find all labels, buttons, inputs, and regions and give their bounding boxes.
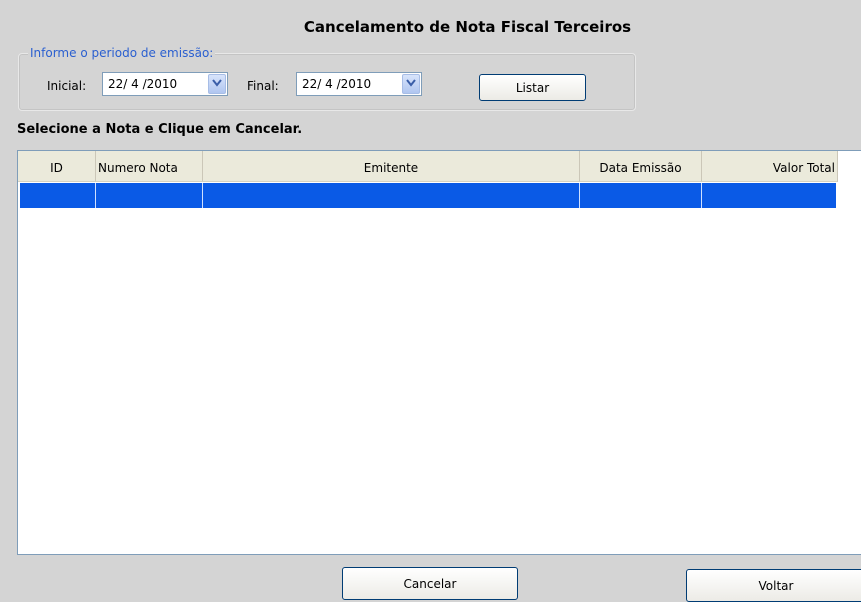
grid-header: ID Numero Nota Emitente Data Emissão Val… [18,151,861,183]
final-date-label: Final: [247,79,279,93]
grid-header-empty [838,151,861,182]
column-header-valor-total[interactable]: Valor Total [702,151,838,182]
column-header-data-emissao[interactable]: Data Emissão [580,151,702,182]
initial-date-picker[interactable]: 22/ 4 /2010 [102,72,228,96]
column-header-id[interactable]: ID [18,151,96,182]
window-title: Cancelamento de Nota Fiscal Terceiros [303,18,632,36]
instruction-text: Selecione a Nota e Clique em Cancelar. [17,122,303,137]
initial-date-label: Inicial: [47,79,87,93]
table-cell-numero-nota [96,183,203,208]
chevron-down-icon [406,79,416,87]
table-cell-data-emissao [580,183,702,208]
back-button[interactable]: Voltar [686,569,861,602]
final-date-picker[interactable]: 22/ 4 /2010 [296,72,422,96]
final-date-value: 22/ 4 /2010 [302,77,372,91]
table-cell-valor-total [702,183,836,208]
list-button[interactable]: Listar [479,74,586,101]
initial-date-dropdown-button[interactable] [208,74,226,94]
initial-date-value: 22/ 4 /2010 [108,77,178,91]
column-header-emitente[interactable]: Emitente [203,151,580,182]
notes-grid[interactable]: ID Numero Nota Emitente Data Emissão Val… [17,150,861,555]
period-legend: Informe o periodo de emissão: [28,46,216,60]
cancel-button[interactable]: Cancelar [342,567,518,600]
table-cell-emitente [203,183,580,208]
chevron-down-icon [212,79,222,87]
final-date-dropdown-button[interactable] [402,74,420,94]
column-header-numero-nota[interactable]: Numero Nota [96,151,203,182]
table-cell-id [20,183,96,208]
table-row[interactable] [20,183,836,208]
